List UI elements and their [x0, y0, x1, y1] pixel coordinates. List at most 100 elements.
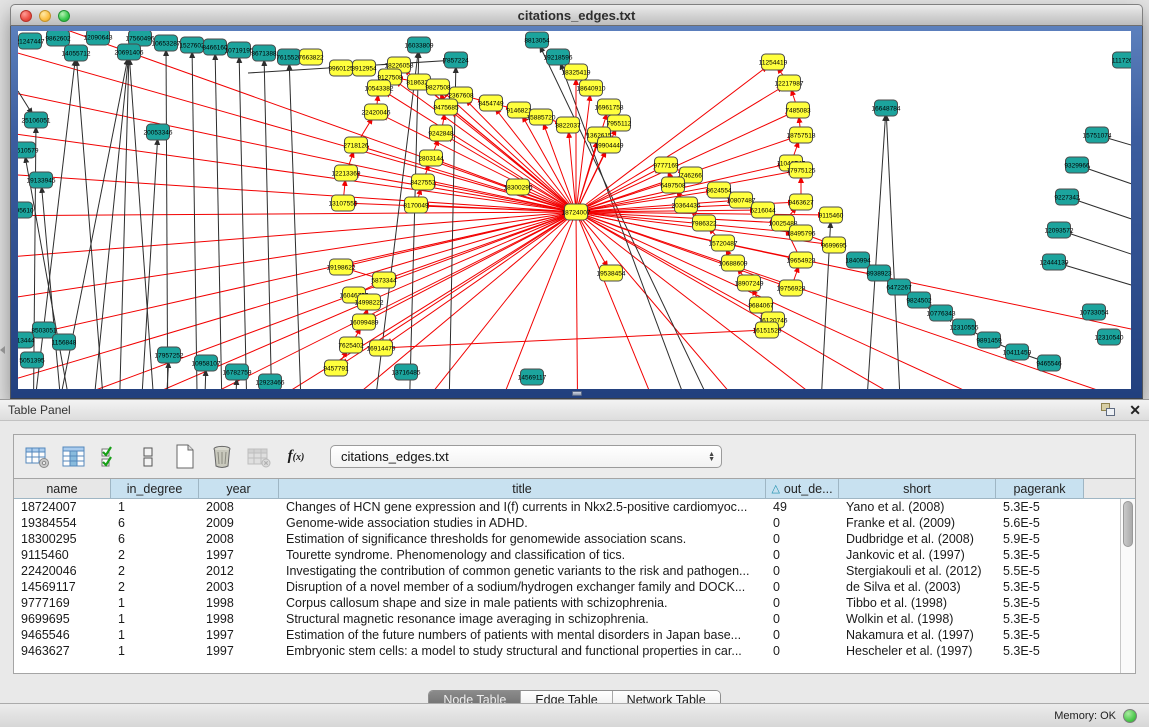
- graph-node[interactable]: 16099489: [350, 314, 379, 330]
- graph-node[interactable]: 15885720: [527, 109, 556, 125]
- citation-edge-black[interactable]: [76, 53, 108, 389]
- table-row[interactable]: 946554611997Estimation of the future num…: [14, 627, 1120, 643]
- citation-edge-black[interactable]: [239, 50, 248, 389]
- citation-edge-red[interactable]: [278, 212, 576, 389]
- graph-node[interactable]: 8170049: [403, 197, 429, 213]
- graph-node[interactable]: 6216044: [750, 202, 776, 218]
- graph-node[interactable]: 9862602: [45, 31, 71, 46]
- graph-node[interactable]: 8813054: [524, 32, 550, 48]
- graph-node[interactable]: 8671388: [251, 45, 277, 61]
- table-scrollbar[interactable]: [1120, 499, 1135, 673]
- graph-node[interactable]: 10733054: [1080, 304, 1109, 320]
- new-table-icon[interactable]: [172, 444, 198, 470]
- table-row[interactable]: 1456911722003Disruption of a novel membe…: [14, 579, 1120, 595]
- graph-node[interactable]: 20691406: [115, 44, 144, 60]
- graph-node[interactable]: 19654923: [787, 252, 816, 268]
- window-resize-grip[interactable]: [572, 391, 582, 396]
- graph-node[interactable]: 14569117: [518, 369, 547, 385]
- table-row[interactable]: 977716911998Corpus callosum shape and si…: [14, 595, 1120, 611]
- column-header-short[interactable]: short: [839, 479, 996, 498]
- graph-node[interactable]: 12090643: [84, 31, 113, 45]
- table-selector-dropdown[interactable]: citations_edges.txt▲▼: [330, 445, 722, 468]
- graph-node[interactable]: 9463627: [788, 194, 814, 210]
- graph-node[interactable]: 12923466: [256, 374, 285, 389]
- graph-node[interactable]: 13716485: [392, 364, 421, 380]
- table-row[interactable]: 1872400712008Changes of HCN gene express…: [14, 499, 1120, 515]
- graph-node[interactable]: 16648784: [872, 100, 901, 116]
- graph-node[interactable]: 18495796: [787, 225, 816, 241]
- graph-node[interactable]: 10776343: [927, 305, 956, 321]
- graph-node[interactable]: 16961758: [595, 99, 624, 115]
- graph-node[interactable]: 5051395: [19, 352, 45, 368]
- graph-node[interactable]: 6497508: [660, 177, 686, 193]
- graph-node[interactable]: 1527602: [179, 37, 205, 53]
- graph-node[interactable]: 9242848: [428, 125, 454, 141]
- graph-node[interactable]: 17975125: [787, 162, 816, 178]
- citation-edge-red[interactable]: [341, 212, 576, 267]
- graph-node[interactable]: 18907249: [735, 275, 764, 291]
- column-header-pagerank[interactable]: pagerank: [996, 479, 1084, 498]
- network-canvas[interactable]: 2124744798626021209064317560496140557122…: [18, 31, 1131, 389]
- graph-node[interactable]: 2718126: [343, 137, 369, 153]
- graph-node[interactable]: 9227342: [1054, 189, 1080, 205]
- citation-edge-black[interactable]: [138, 132, 158, 389]
- graph-node[interactable]: 9457791: [323, 360, 349, 376]
- graph-node[interactable]: 3624554: [706, 182, 732, 198]
- citation-edge-red[interactable]: [376, 112, 576, 212]
- graph-node[interactable]: 12310540: [1095, 329, 1124, 345]
- column-header-name[interactable]: name: [14, 479, 111, 498]
- column-header-out_de[interactable]: △out_de...: [766, 479, 839, 498]
- select-columns-icon[interactable]: [98, 444, 124, 470]
- citation-edge-red[interactable]: [381, 212, 576, 348]
- citation-edge-red[interactable]: [576, 88, 591, 212]
- graph-node[interactable]: 18757518: [787, 127, 816, 143]
- column-header-year[interactable]: year: [199, 479, 279, 498]
- graph-node[interactable]: 14055712: [62, 45, 91, 61]
- graph-node[interactable]: 7485083: [785, 102, 811, 118]
- graph-node[interactable]: 18325419: [562, 64, 591, 80]
- window-titlebar[interactable]: citations_edges.txt: [10, 4, 1143, 26]
- graph-node[interactable]: 5873344: [371, 272, 397, 288]
- table-row[interactable]: 969969511998Structural magnetic resonanc…: [14, 611, 1120, 627]
- graph-node[interactable]: 3913444: [18, 332, 35, 348]
- citation-edge-red[interactable]: [384, 212, 576, 280]
- table-settings-icon[interactable]: [24, 444, 50, 470]
- graph-node[interactable]: 12093572: [1045, 222, 1074, 238]
- citation-edge-black[interactable]: [886, 108, 903, 389]
- citation-edge-red[interactable]: [378, 212, 576, 389]
- graph-node[interactable]: 11254419: [759, 54, 788, 70]
- citation-edge-black[interactable]: [863, 108, 886, 389]
- row-height-icon[interactable]: [135, 444, 161, 470]
- graph-node[interactable]: 15720487: [709, 235, 738, 251]
- citation-edge-red[interactable]: [478, 212, 576, 389]
- graph-node[interactable]: 2803144: [418, 150, 444, 166]
- table-row[interactable]: 1938455462009Genome-wide association stu…: [14, 515, 1120, 531]
- graph-node[interactable]: 21247447: [18, 33, 45, 49]
- graph-node[interactable]: 7663822: [298, 49, 324, 65]
- graph-node[interactable]: 19756928: [777, 280, 806, 296]
- graph-node[interactable]: 12217987: [775, 75, 804, 91]
- column-header-in_degree[interactable]: in_degree: [111, 479, 199, 498]
- graph-node[interactable]: 20364436: [672, 197, 701, 213]
- graph-node[interactable]: 9777169: [653, 157, 679, 173]
- graph-node[interactable]: 19218596: [544, 49, 573, 65]
- import-table-icon[interactable]: [246, 444, 272, 470]
- graph-node[interactable]: 9795610: [18, 202, 34, 218]
- table-row[interactable]: 946362711997Embryonic stem cells: a mode…: [14, 643, 1120, 659]
- graph-node[interactable]: 9824502: [906, 292, 932, 308]
- graph-node[interactable]: 9684067: [748, 297, 774, 313]
- citation-edge-red[interactable]: [18, 212, 576, 216]
- hub-node[interactable]: 18724007: [562, 204, 591, 220]
- graph-node[interactable]: 12444139: [1040, 254, 1069, 270]
- table-row[interactable]: 911546021997Tourette syndrome. Phenomeno…: [14, 547, 1120, 563]
- graph-node[interactable]: 7955112: [607, 115, 632, 131]
- table-row[interactable]: 2242004622012Investigating the contribut…: [14, 563, 1120, 579]
- citation-edge-black[interactable]: [166, 43, 168, 389]
- graph-node[interactable]: 12213369: [332, 165, 361, 181]
- graph-node[interactable]: 10411459: [1003, 344, 1032, 360]
- graph-node[interactable]: 1156848: [52, 334, 77, 350]
- panel-collapse-handle[interactable]: [0, 346, 5, 354]
- graph-node[interactable]: 13107559: [329, 195, 358, 211]
- citation-edge-red[interactable]: [576, 212, 578, 389]
- close-panel-icon[interactable]: ✕: [1129, 403, 1141, 417]
